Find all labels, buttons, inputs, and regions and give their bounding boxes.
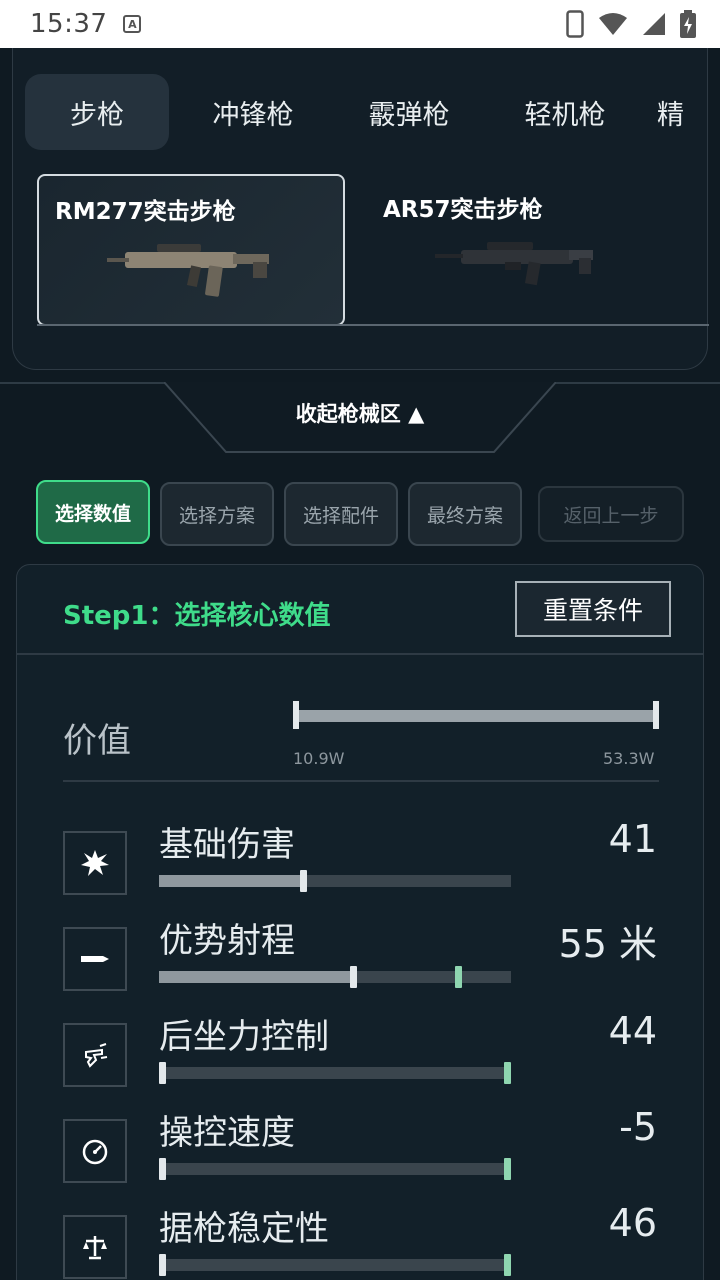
- stat-slider-min-handle[interactable]: [300, 870, 308, 892]
- gun-name: RM277突击步枪: [55, 199, 236, 225]
- wifi-icon: [599, 13, 627, 35]
- gun-list-divider: [37, 324, 709, 326]
- explosion-icon: [63, 831, 127, 895]
- stat-name: 优势射程: [159, 921, 295, 961]
- category-tabs: 步枪 冲锋枪 霰弹枪 轻机枪 精: [25, 74, 709, 150]
- step-select-plan-button[interactable]: 选择方案: [160, 482, 274, 546]
- price-label: 价值: [63, 721, 131, 761]
- stat-effective-range: 优势射程 55 米: [63, 921, 663, 997]
- rifle-image-icon: [435, 242, 593, 286]
- weapon-panel: 步枪 冲锋枪 霰弹枪 轻机枪 精 RM277突击步枪 AR57突击步枪: [12, 48, 709, 370]
- status-icons: [566, 10, 696, 38]
- stat-name: 基础伤害: [159, 825, 295, 865]
- stat-value: -5: [619, 1105, 657, 1149]
- tab-smg[interactable]: 冲锋枪: [181, 74, 325, 150]
- price-min-value: 10.9W: [293, 749, 345, 768]
- price-range-slider[interactable]: [295, 710, 657, 722]
- reset-conditions-button[interactable]: 重置条件: [515, 581, 671, 637]
- status-time: 15:37: [30, 9, 108, 39]
- stat-slider-fill: [159, 971, 353, 983]
- gun-card-ar57[interactable]: AR57突击步枪: [367, 174, 675, 326]
- tab-shotgun[interactable]: 霰弹枪: [337, 74, 481, 150]
- step-select-values-button[interactable]: 选择数值: [36, 480, 150, 544]
- stat-name: 后坐力控制: [159, 1017, 329, 1057]
- stat-slider-max-handle[interactable]: [504, 1158, 511, 1180]
- stat-slider-max-handle[interactable]: [504, 1062, 511, 1084]
- status-bar: 15:37 A: [0, 0, 720, 48]
- step-back-button[interactable]: 返回上一步: [538, 486, 684, 542]
- rifle-image-icon: [107, 244, 269, 297]
- stat-slider[interactable]: [159, 1158, 511, 1180]
- stat-slider-min-handle[interactable]: [349, 966, 357, 988]
- stat-slider-min-handle[interactable]: [159, 1254, 166, 1276]
- stat-name: 据枪稳定性: [159, 1209, 329, 1249]
- stat-slider-max-handle[interactable]: [455, 966, 463, 988]
- speedometer-icon: [63, 1119, 127, 1183]
- stat-slider[interactable]: [159, 1254, 511, 1276]
- font-a-icon: A: [123, 15, 142, 33]
- stat-slider[interactable]: [159, 870, 511, 892]
- stat-aim-stability: 据枪稳定性 46: [63, 1201, 663, 1280]
- stat-slider-fill: [159, 875, 304, 887]
- recoil-hand-icon: [63, 1023, 127, 1087]
- balance-icon: [63, 1215, 127, 1279]
- core-values-panel: Step1：选择核心数值 重置条件 价值 10.9W 53.3W 基础伤害 41…: [16, 564, 704, 1280]
- step-select-parts-button[interactable]: 选择配件: [284, 482, 398, 546]
- price-max-value: 53.3W: [603, 749, 655, 768]
- stat-slider-min-handle[interactable]: [159, 1158, 166, 1180]
- tab-rifle[interactable]: 步枪: [25, 74, 169, 150]
- stat-name: 操控速度: [159, 1113, 295, 1153]
- price-min-handle[interactable]: [293, 701, 299, 729]
- phone-icon: [566, 10, 584, 38]
- stat-slider[interactable]: [159, 1062, 511, 1084]
- bullet-icon: [63, 927, 127, 991]
- step-final-plan-button[interactable]: 最终方案: [408, 482, 522, 546]
- stat-recoil-control: 后坐力控制 44: [63, 1009, 663, 1093]
- stat-handling-speed: 操控速度 -5: [63, 1105, 663, 1189]
- stat-value: 55 米: [558, 922, 657, 966]
- price-max-handle[interactable]: [653, 701, 659, 729]
- collapse-weapon-area-button[interactable]: 收起枪械区 ▲: [164, 398, 556, 428]
- battery-icon: [680, 10, 696, 38]
- header-divider: [17, 653, 703, 655]
- tab-lmg[interactable]: 轻机枪: [493, 74, 637, 150]
- stat-base-damage: 基础伤害 41: [63, 817, 663, 901]
- tab-marksman[interactable]: 精: [649, 74, 709, 150]
- gun-list: RM277突击步枪 AR57突击步枪: [37, 174, 709, 326]
- stat-value: 44: [608, 1009, 657, 1053]
- stat-slider-max-handle[interactable]: [504, 1254, 511, 1276]
- price-divider: [63, 780, 659, 782]
- stat-value: 46: [608, 1201, 657, 1245]
- step-title: Step1：选择核心数值: [63, 601, 331, 631]
- stat-slider[interactable]: [159, 966, 511, 988]
- stat-slider-min-handle[interactable]: [159, 1062, 166, 1084]
- stat-value: 41: [608, 817, 657, 861]
- signal-icon: [643, 13, 665, 35]
- gun-name: AR57突击步枪: [383, 197, 543, 223]
- gun-card-rm277[interactable]: RM277突击步枪: [37, 174, 345, 326]
